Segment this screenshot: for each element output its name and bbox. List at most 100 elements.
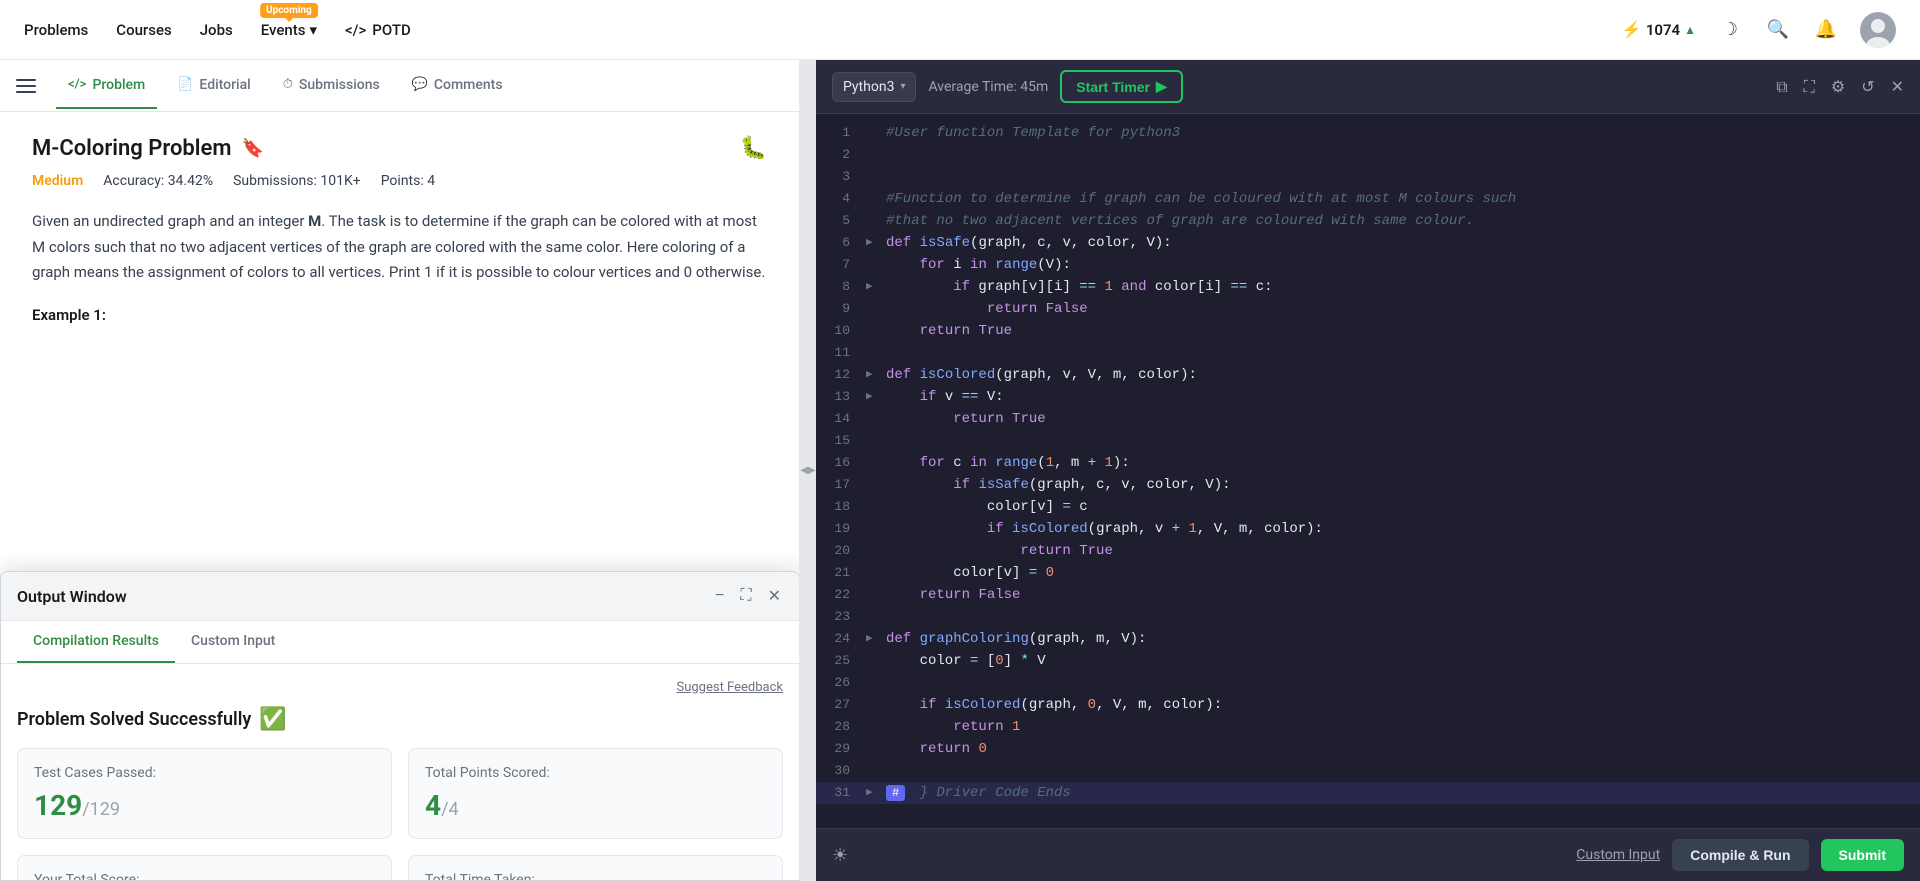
points-stat: Points: 4 (381, 173, 435, 189)
nav-left: Problems Courses Jobs Upcoming Events ▾ … (24, 21, 411, 39)
code-line: 31▶# } Driver Code Ends (816, 782, 1920, 804)
line-content: #Function to determine if graph can be c… (882, 188, 1920, 210)
theme-toggle-icon[interactable]: ☀ (832, 845, 848, 866)
output-window: Output Window − ⛶ ✕ Compilation Results … (0, 571, 799, 881)
line-number: 21 (816, 562, 866, 584)
code-line: 26 (816, 672, 1920, 694)
line-number: 4 (816, 188, 866, 210)
editor-toolbar: Python3 ▾ Average Time: 45m Start Timer … (816, 60, 1920, 114)
line-content: color = [0] * V (882, 650, 1920, 672)
line-number: 10 (816, 320, 866, 342)
line-number: 3 (816, 166, 866, 188)
line-number: 17 (816, 474, 866, 496)
fullscreen-icon[interactable]: ⛶ (1804, 77, 1815, 97)
nav-right: ⚡ 1074 ▲ ☽ 🔍 🔔 (1622, 12, 1896, 48)
problem-title: M-Coloring Problem 🔖 (32, 136, 264, 161)
submit-button[interactable]: Submit (1821, 839, 1904, 871)
problem-content: M-Coloring Problem 🔖 🐛 Medium Accuracy: … (0, 112, 799, 356)
line-content: #that no two adjacent vertices of graph … (882, 210, 1920, 232)
code-line: 10 return True (816, 320, 1920, 342)
compilation-results-tab[interactable]: Compilation Results (17, 621, 175, 663)
editor-bottom-right: Custom Input Compile & Run Submit (1576, 839, 1904, 871)
code-line: 22 return False (816, 584, 1920, 606)
nav-courses[interactable]: Courses (116, 21, 171, 39)
notifications-icon[interactable]: 🔔 (1812, 16, 1840, 44)
expand-button[interactable]: ⛶ (738, 585, 753, 607)
dark-mode-toggle[interactable]: ☽ (1716, 16, 1744, 44)
problem-tabs: </> Problem 📄 Editorial ⏱ Submissions 💬 … (0, 60, 799, 112)
line-content: return 1 (882, 716, 1920, 738)
code-line: 18 color[v] = c (816, 496, 1920, 518)
line-number: 20 (816, 540, 866, 562)
line-content: return False (882, 584, 1920, 606)
code-line: 7 for i in range(V): (816, 254, 1920, 276)
events-label: Events (261, 21, 306, 39)
line-arrow-icon: ▶ (866, 232, 882, 254)
potd-label: POTD (372, 21, 411, 39)
code-line: 1#User function Template for python3 (816, 122, 1920, 144)
close-button[interactable]: ✕ (766, 584, 783, 608)
search-icon[interactable]: 🔍 (1764, 16, 1792, 44)
code-line: 23 (816, 606, 1920, 628)
line-content: if v == V: (882, 386, 1920, 408)
panel-divider[interactable] (800, 60, 816, 881)
submissions-clock-icon: ⏱ (283, 77, 293, 92)
menu-icon[interactable] (16, 79, 36, 93)
minimize-button[interactable]: − (713, 585, 726, 607)
custom-input-link[interactable]: Custom Input (1576, 847, 1660, 863)
line-content: for c in range(1, m + 1): (882, 452, 1920, 474)
line-number: 31 (816, 782, 866, 804)
code-area[interactable]: 1#User function Template for python3 23 4 #… (816, 114, 1920, 828)
start-timer-button[interactable]: Start Timer ▶ (1060, 70, 1182, 103)
language-selector[interactable]: Python3 ▾ (832, 72, 916, 102)
close-editor-icon[interactable]: ✕ (1891, 77, 1904, 96)
score-card: Your Total Score: (17, 855, 392, 880)
line-content: color[v] = 0 (882, 562, 1920, 584)
toolbar-left: Python3 ▾ Average Time: 45m Start Timer … (832, 70, 1183, 103)
suggest-feedback-link[interactable]: Suggest Feedback (17, 680, 783, 695)
nav-potd[interactable]: </> POTD (345, 21, 411, 39)
copy-icon[interactable]: ⧉ (1776, 77, 1787, 97)
tab-editorial[interactable]: 📄 Editorial (165, 63, 263, 109)
line-number: 22 (816, 584, 866, 606)
tab-submissions[interactable]: ⏱ Submissions (271, 63, 392, 109)
streak-value: 1074 (1646, 21, 1680, 39)
line-content: if isColored(graph, 0, V, m, color): (882, 694, 1920, 716)
bug-icon[interactable]: 🐛 (740, 136, 767, 161)
nav-events[interactable]: Upcoming Events ▾ (261, 21, 317, 39)
output-body: Suggest Feedback Problem Solved Successf… (1, 664, 799, 880)
code-line: 5#that no two adjacent vertices of graph… (816, 210, 1920, 232)
line-number: 7 (816, 254, 866, 276)
code-line: 16 for c in range(1, m + 1): (816, 452, 1920, 474)
compile-run-button[interactable]: Compile & Run (1672, 839, 1808, 871)
code-line: 19 if isColored(graph, v + 1, V, m, colo… (816, 518, 1920, 540)
points-card: Total Points Scored: 4/4 (408, 748, 783, 839)
nav-jobs[interactable]: Jobs (200, 21, 233, 39)
accuracy-stat: Accuracy: 34.42% (103, 173, 213, 189)
tab-comments-label: Comments (434, 77, 503, 93)
line-number: 18 (816, 496, 866, 518)
custom-input-tab[interactable]: Custom Input (175, 621, 291, 663)
line-number: 14 (816, 408, 866, 430)
nav-problems[interactable]: Problems (24, 21, 88, 39)
start-timer-label: Start Timer (1076, 79, 1150, 95)
bookmark-icon[interactable]: 🔖 (241, 138, 263, 159)
line-number: 30 (816, 760, 866, 782)
line-number: 15 (816, 430, 866, 452)
results-grid: Test Cases Passed: 129/129 Total Points … (17, 748, 783, 880)
success-banner: Problem Solved Successfully ✅ (17, 707, 783, 732)
code-line: 3 (816, 166, 1920, 188)
line-number: 16 (816, 452, 866, 474)
user-avatar[interactable] (1860, 12, 1896, 48)
toolbar-right: ⧉ ⛶ ⚙ ↺ ✕ (1776, 77, 1904, 97)
problem-code-icon: </> (68, 77, 86, 92)
left-panel-inner: M-Coloring Problem 🔖 🐛 Medium Accuracy: … (0, 112, 799, 881)
settings-icon[interactable]: ⚙ (1831, 77, 1845, 96)
reset-icon[interactable]: ↺ (1861, 77, 1874, 96)
chevron-down-icon: ▾ (309, 21, 317, 39)
editorial-doc-icon: 📄 (177, 77, 193, 92)
comments-bubble-icon: 💬 (412, 77, 428, 92)
tab-comments[interactable]: 💬 Comments (400, 63, 515, 109)
time-label: Total Time Taken: (425, 872, 766, 880)
tab-problem[interactable]: </> Problem (56, 63, 157, 109)
